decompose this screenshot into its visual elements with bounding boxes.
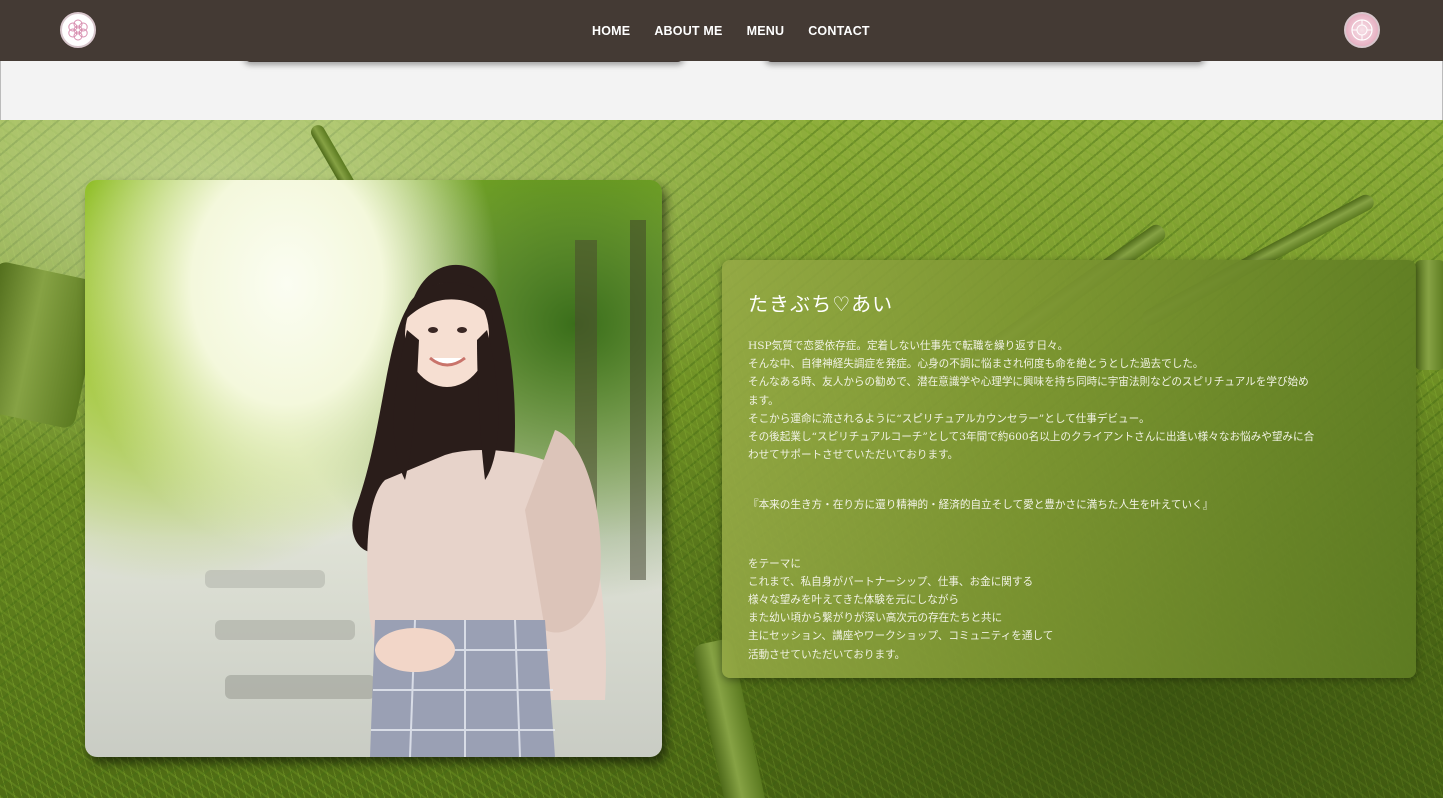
intro-line: そんなある時、友人からの勧めで、潜在意識学や心理学に興味を持ち同時に宇宙法則など…: [748, 376, 1309, 389]
bamboo-pole: [1415, 260, 1443, 370]
theme-line: 主にセッション、講座やワークショップ、コミュニティを通して: [748, 630, 1054, 643]
theme-line: また幼い頃から繋がりが深い高次元の存在たちと共に: [748, 612, 1003, 625]
intro-line: そんな中、自律神経失調症を発症。心身の不調に悩まされ何度も命を絶とうとした過去で…: [748, 358, 1204, 371]
intro-line: その後起業し“スピリチュアルコーチ”として3年間で約600名以上のクライアントさ…: [748, 431, 1315, 444]
theme-line: これまで、私自身がパートナーシップ、仕事、お金に関する: [748, 575, 1034, 588]
theme-line: 様々な望みを叶えてきた体験を元にしながら: [748, 594, 960, 607]
mission-quote: 『本来の生き方・在り方に還り精神的・経済的自立そして愛と豊かさに満ちた人生を叶え…: [748, 499, 1214, 512]
nav-menu[interactable]: MENU: [735, 24, 797, 38]
intro-line: HSP気質で恋愛依存症。定着しない仕事先で転職を繰り返す日々。: [748, 340, 1069, 352]
flower-logo-icon: [68, 19, 88, 41]
intro-line: そこから運命に流されるように“スピリチュアルカウンセラー”として仕事デビュー。: [748, 412, 1150, 425]
nav-home[interactable]: HOME: [580, 24, 642, 38]
intro-line: ます。: [748, 394, 779, 407]
header-underlay: [0, 61, 1443, 120]
intro-line: わせてサポートさせていただいております。: [748, 449, 959, 462]
theme-block: をテーマに これまで、私自身がパートナーシップ、仕事、お金に関する 様々な望みを…: [748, 555, 1390, 664]
main-nav: HOME ABOUT ME MENU CONTACT: [580, 0, 882, 61]
portrait-image: [205, 220, 646, 757]
intro-block: HSP気質で恋愛依存症。定着しない仕事先で転職を繰り返す日々。 そんな中、自律神…: [748, 337, 1390, 464]
profile-name: たきぶち♡あい: [748, 292, 894, 316]
nav-contact[interactable]: CONTACT: [796, 24, 882, 38]
home-logo[interactable]: [60, 12, 96, 48]
theme-line: をテーマに: [748, 557, 801, 570]
site-header: HOME ABOUT ME MENU CONTACT: [0, 0, 1443, 61]
profile-photo: [85, 180, 662, 757]
seal-logo[interactable]: [1344, 12, 1380, 48]
theme-line: 活動させていただいております。: [748, 648, 906, 661]
nav-about-me[interactable]: ABOUT ME: [642, 24, 734, 38]
pink-seal-logo-icon: [1351, 19, 1373, 41]
profile-text-panel: たきぶち♡あい HSP気質で恋愛依存症。定着しない仕事先で転職を繰り返す日々。 …: [722, 260, 1416, 678]
